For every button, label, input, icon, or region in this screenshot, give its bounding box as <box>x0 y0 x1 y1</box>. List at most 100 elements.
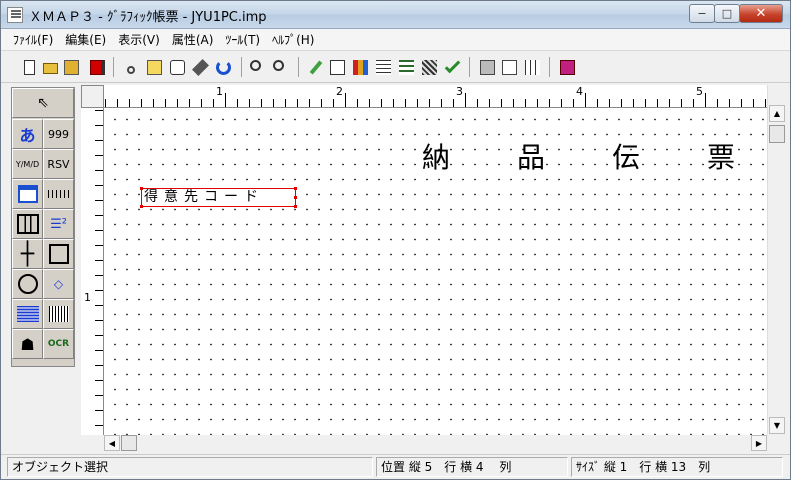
resize-handle-bl[interactable] <box>140 205 143 208</box>
table-tool-button[interactable] <box>12 209 43 239</box>
pattern-button[interactable] <box>419 57 439 77</box>
image-tool-button[interactable]: ☗ <box>12 329 43 359</box>
resize-handle-tr[interactable] <box>294 187 297 190</box>
scroll-right-arrow[interactable]: ▶ <box>751 435 767 451</box>
ruler-tick <box>225 93 226 107</box>
vertical-scroll-thumb[interactable] <box>769 125 785 143</box>
rectangle-tool-button[interactable] <box>43 239 74 269</box>
dotted-line-icon <box>47 190 70 198</box>
ruler-tick <box>453 99 454 107</box>
shape-tool-button[interactable]: ◇ <box>43 269 74 299</box>
ruler-tick <box>585 93 586 107</box>
ruler-tick <box>95 410 103 411</box>
maximize-button[interactable]: □ <box>714 4 740 23</box>
line-tool-button[interactable]: ┼ <box>12 239 43 269</box>
menu-tools[interactable]: ﾂｰﾙ(T) <box>219 31 266 48</box>
open-button[interactable] <box>40 57 60 77</box>
cut-icon <box>127 66 135 74</box>
barcode-tool-button[interactable] <box>43 299 74 329</box>
ocr-tool-button[interactable]: OCR <box>43 329 74 359</box>
ruler-tick <box>153 99 154 107</box>
ruler-tick <box>165 99 166 107</box>
ruler-tick <box>441 99 442 107</box>
stop-button[interactable] <box>87 57 107 77</box>
title-bar[interactable]: ＸＭＡＰ３ - ｸﾞﾗﾌｨｯｸ帳票 - JYU1PC.imp − □ ✕ <box>1 1 790 29</box>
ruler-tick <box>621 99 622 107</box>
ruler-tick <box>717 99 718 107</box>
cut-button[interactable] <box>121 57 141 77</box>
rectangle-icon <box>48 244 69 264</box>
print-icon <box>480 60 495 75</box>
menu-view[interactable]: 表示(V) <box>112 31 166 48</box>
ruler-tick <box>95 215 103 216</box>
ruler-tick <box>95 380 103 381</box>
edit-list-button[interactable] <box>396 57 416 77</box>
resize-handle-tl[interactable] <box>140 187 143 190</box>
menu-attribute[interactable]: 属性(A) <box>166 31 220 48</box>
horizontal-scroll-thumb[interactable] <box>121 435 137 451</box>
menu-help[interactable]: ﾍﾙﾌﾟ(H) <box>266 31 320 48</box>
print-button[interactable] <box>477 57 497 77</box>
ruler-tick <box>513 99 514 107</box>
selected-text-field[interactable]: 得意先コード <box>140 187 297 208</box>
ruler-tick <box>95 185 103 186</box>
color-pencils-button[interactable] <box>350 57 370 77</box>
horizontal-scrollbar[interactable]: ◀ ▶ <box>104 435 767 452</box>
undo-icon <box>216 60 231 75</box>
copy-button[interactable] <box>144 57 164 77</box>
vertical-ruler: 1 <box>81 108 104 435</box>
ruler-tick <box>429 99 430 107</box>
zoom-out-icon <box>273 60 284 71</box>
repeat-tool-button[interactable] <box>43 179 74 209</box>
select-tool-button[interactable]: ⇖ <box>12 88 74 118</box>
resize-handle-br[interactable] <box>294 205 297 208</box>
save-button[interactable] <box>61 57 81 77</box>
vertical-scrollbar[interactable]: ▲ ▼ <box>767 85 785 435</box>
new-file-button[interactable] <box>19 57 39 77</box>
print-preview-button[interactable] <box>499 57 519 77</box>
ruler-tick <box>95 230 103 231</box>
zoom-out-button[interactable] <box>270 57 290 77</box>
ruler-tick <box>95 155 103 156</box>
diamond-icon: ◇ <box>53 277 64 291</box>
undo-button[interactable] <box>213 57 233 77</box>
help-book-button[interactable] <box>557 57 577 77</box>
field-tool-button[interactable] <box>12 179 43 209</box>
resize-handle-r[interactable] <box>294 196 297 199</box>
sequence-tool-button[interactable]: ☰² <box>43 209 74 239</box>
menu-file[interactable]: ﾌｧｲﾙ(F) <box>7 31 59 48</box>
form-heading[interactable]: 納品伝票 <box>422 136 767 176</box>
rsv-tool-button[interactable]: RSV <box>43 149 74 179</box>
window-title: ＸＭＡＰ３ - ｸﾞﾗﾌｨｯｸ帳票 - JYU1PC.imp <box>29 10 267 25</box>
form-canvas[interactable]: 納品伝票 得意先コード <box>104 108 767 435</box>
menu-edit[interactable]: 編集(E) <box>59 31 112 48</box>
check-button[interactable] <box>442 57 462 77</box>
ruler-tick <box>141 99 142 107</box>
pencil-button[interactable] <box>305 57 325 77</box>
text-tool-button[interactable]: あ <box>12 119 43 149</box>
ruler-tick <box>633 99 634 107</box>
number-tool-button[interactable]: 999 <box>43 119 74 149</box>
hatch-tool-button[interactable] <box>12 299 43 329</box>
check-icon <box>444 57 461 74</box>
edit-field-button[interactable] <box>327 57 347 77</box>
ruler-tick <box>297 99 298 107</box>
zoom-in-button[interactable] <box>247 57 267 77</box>
close-button[interactable]: ✕ <box>739 4 783 23</box>
date-tool-button[interactable]: Y/M/D <box>12 149 43 179</box>
erase-button[interactable] <box>190 57 210 77</box>
ruler-tick <box>95 170 103 171</box>
paste-button[interactable] <box>167 57 187 77</box>
edit-lines-button[interactable] <box>373 57 393 77</box>
grid-button[interactable] <box>522 57 542 77</box>
scroll-up-arrow[interactable]: ▲ <box>769 105 785 122</box>
application-window: ＸＭＡＰ３ - ｸﾞﾗﾌｨｯｸ帳票 - JYU1PC.imp − □ ✕ ﾌｧｲ… <box>0 0 791 480</box>
eraser-icon <box>192 59 209 76</box>
ellipse-tool-button[interactable] <box>12 269 43 299</box>
minimize-button[interactable]: − <box>689 4 715 23</box>
circle-icon <box>17 274 38 294</box>
scroll-left-arrow[interactable]: ◀ <box>104 435 120 451</box>
scroll-down-arrow[interactable]: ▼ <box>769 417 785 434</box>
ruler-tick <box>489 99 490 107</box>
ruler-tick <box>95 290 103 291</box>
